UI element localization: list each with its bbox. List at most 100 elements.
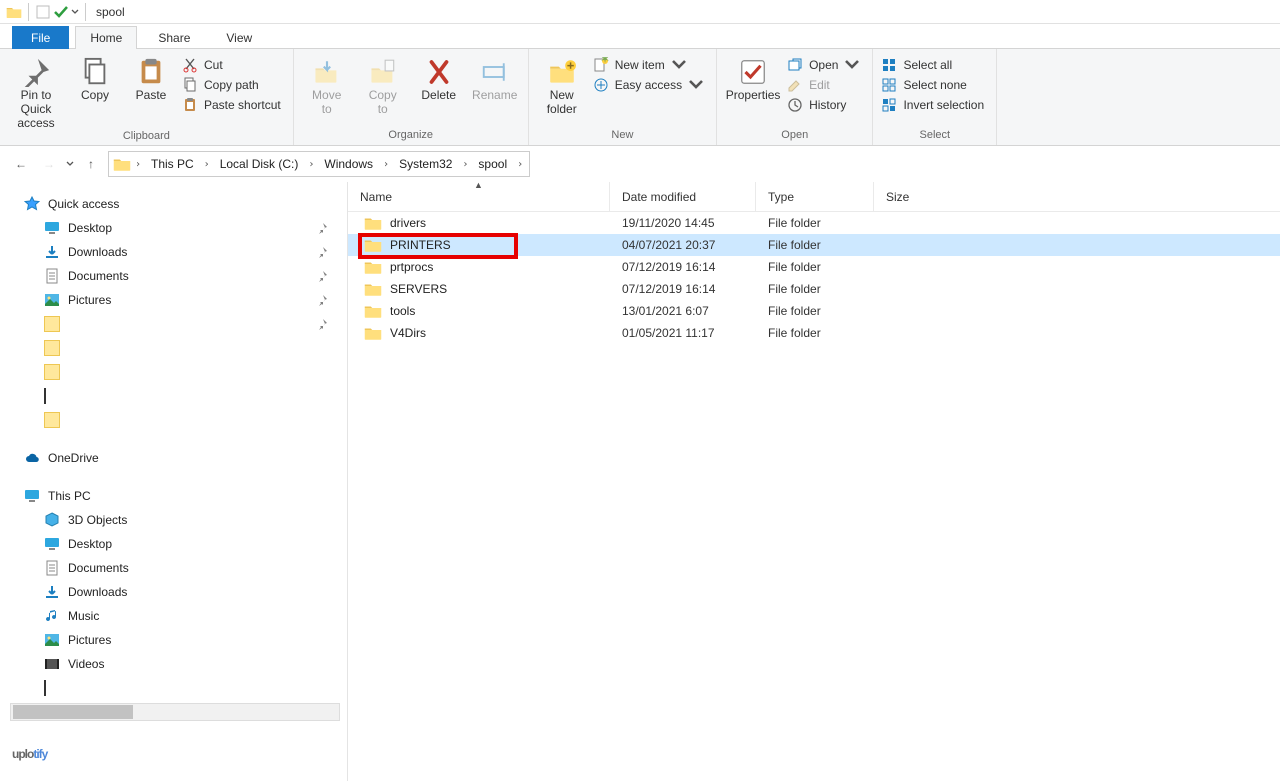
titlebar: spool: [0, 0, 1280, 24]
nav-pc-music[interactable]: Music: [0, 604, 347, 628]
qat-checked-icon[interactable]: [53, 4, 69, 20]
file-date: 07/12/2019 16:14: [610, 282, 756, 296]
nav-pc-documents[interactable]: Documents: [0, 556, 347, 580]
nav-pinned-folder[interactable]: [0, 408, 347, 432]
breadcrumb-node[interactable]: System32: [393, 155, 458, 173]
file-name: tools: [390, 304, 415, 318]
tab-share[interactable]: Share: [143, 26, 205, 49]
paste-shortcut-button[interactable]: Paste shortcut: [180, 96, 287, 114]
nav-recent-item[interactable]: [0, 676, 347, 700]
nav-quick-access[interactable]: Quick access: [0, 192, 347, 216]
file-name: drivers: [390, 216, 426, 230]
nav-pinned-folder[interactable]: [0, 360, 347, 384]
chevron-right-icon[interactable]: ›: [200, 153, 214, 175]
file-row[interactable]: prtprocs07/12/2019 16:14File folder: [348, 256, 1280, 278]
nav-forward-button: →: [38, 153, 60, 175]
move-to-button[interactable]: Move to: [300, 53, 354, 117]
breadcrumb[interactable]: › This PC › Local Disk (C:) › Windows › …: [108, 151, 530, 177]
new-item-button[interactable]: New item: [591, 56, 710, 74]
folder-icon: [44, 364, 60, 380]
nav-recent-dropdown-icon[interactable]: [66, 160, 74, 168]
file-name: V4Dirs: [390, 326, 426, 340]
open-button[interactable]: Open: [785, 56, 866, 74]
tab-view[interactable]: View: [211, 26, 267, 49]
breadcrumb-node[interactable]: Windows: [318, 155, 379, 173]
file-row[interactable]: SERVERS07/12/2019 16:14File folder: [348, 278, 1280, 300]
chevron-right-icon[interactable]: ›: [379, 153, 393, 175]
tab-home[interactable]: Home: [75, 26, 137, 49]
nav-onedrive[interactable]: OneDrive: [0, 446, 347, 470]
group-label: New: [611, 129, 633, 143]
quick-access-toolbar: [35, 4, 79, 20]
nav-pc-desktop[interactable]: Desktop: [0, 532, 347, 556]
new-folder-button[interactable]: New folder: [535, 53, 589, 117]
chevron-right-icon[interactable]: ›: [304, 153, 318, 175]
select-all-button[interactable]: Select all: [879, 56, 990, 74]
monitor-icon: [24, 488, 40, 504]
file-name: PRINTERS: [390, 238, 451, 252]
column-type[interactable]: Type: [756, 182, 874, 211]
chevron-right-icon[interactable]: ›: [458, 153, 472, 175]
file-date: 01/05/2021 11:17: [610, 326, 756, 340]
qat-dropdown-icon[interactable]: [71, 8, 79, 16]
pin-icon: [315, 294, 331, 306]
file-type: File folder: [756, 216, 874, 230]
nav-documents[interactable]: Documents: [0, 264, 347, 288]
scrollbar-thumb[interactable]: [13, 705, 133, 719]
cut-button[interactable]: Cut: [180, 56, 287, 74]
edit-button[interactable]: Edit: [785, 76, 866, 94]
qat-properties-icon[interactable]: [35, 4, 51, 20]
nav-pc-videos[interactable]: Videos: [0, 652, 347, 676]
tab-file[interactable]: File: [12, 26, 69, 49]
file-date: 07/12/2019 16:14: [610, 260, 756, 274]
history-button[interactable]: History: [785, 96, 866, 114]
file-row[interactable]: tools13/01/2021 6:07File folder: [348, 300, 1280, 322]
file-row[interactable]: drivers19/11/2020 14:45File folder: [348, 212, 1280, 234]
nav-3d-objects[interactable]: 3D Objects: [0, 508, 347, 532]
copy-button[interactable]: Copy: [68, 53, 122, 103]
nav-pictures[interactable]: Pictures: [0, 288, 347, 312]
properties-button[interactable]: Properties: [723, 53, 783, 103]
breadcrumb-node[interactable]: spool: [472, 155, 513, 173]
file-name: prtprocs: [390, 260, 433, 274]
group-label: Organize: [388, 129, 433, 143]
nav-desktop[interactable]: Desktop: [0, 216, 347, 240]
file-row[interactable]: V4Dirs01/05/2021 11:17File folder: [348, 322, 1280, 344]
paste-button[interactable]: Paste: [124, 53, 178, 103]
column-date[interactable]: Date modified: [610, 182, 756, 211]
file-type: File folder: [756, 304, 874, 318]
window-title: spool: [96, 5, 125, 19]
picture-icon: [44, 632, 60, 648]
file-row[interactable]: PRINTERS04/07/2021 20:37File folder: [348, 234, 1280, 256]
rename-button[interactable]: Rename: [468, 53, 522, 103]
copy-path-button[interactable]: Copy path: [180, 76, 287, 94]
copy-to-button[interactable]: Copy to: [356, 53, 410, 117]
nav-this-pc[interactable]: This PC: [0, 484, 347, 508]
breadcrumb-node[interactable]: This PC: [145, 155, 200, 173]
pin-icon: [315, 246, 331, 258]
chevron-right-icon[interactable]: ›: [131, 153, 145, 175]
column-size[interactable]: Size: [874, 182, 960, 211]
nav-pc-downloads[interactable]: Downloads: [0, 580, 347, 604]
invert-selection-button[interactable]: Invert selection: [879, 96, 990, 114]
nav-up-button[interactable]: ↑: [80, 153, 102, 175]
select-none-button[interactable]: Select none: [879, 76, 990, 94]
delete-button[interactable]: Delete: [412, 53, 466, 103]
nav-downloads[interactable]: Downloads: [0, 240, 347, 264]
nav-recent-item[interactable]: [0, 384, 347, 408]
breadcrumb-node[interactable]: Local Disk (C:): [214, 155, 305, 173]
picture-icon: [44, 292, 60, 308]
column-name[interactable]: ▲Name: [348, 182, 610, 211]
desktop-icon: [44, 536, 60, 552]
nav-pinned-folder[interactable]: [0, 336, 347, 360]
star-icon: [24, 196, 40, 212]
nav-horizontal-scrollbar[interactable]: [0, 703, 348, 721]
pin-quick-access-button[interactable]: Pin to Quick access: [6, 53, 66, 130]
easy-access-button[interactable]: Easy access: [591, 76, 710, 94]
folder-icon: [44, 412, 60, 428]
chevron-right-icon[interactable]: ›: [513, 153, 527, 175]
address-bar: ← → ↑ › This PC › Local Disk (C:) › Wind…: [0, 146, 1280, 182]
nav-pinned-folder[interactable]: [0, 312, 347, 336]
nav-pc-pictures[interactable]: Pictures: [0, 628, 347, 652]
nav-back-button[interactable]: ←: [10, 153, 32, 175]
